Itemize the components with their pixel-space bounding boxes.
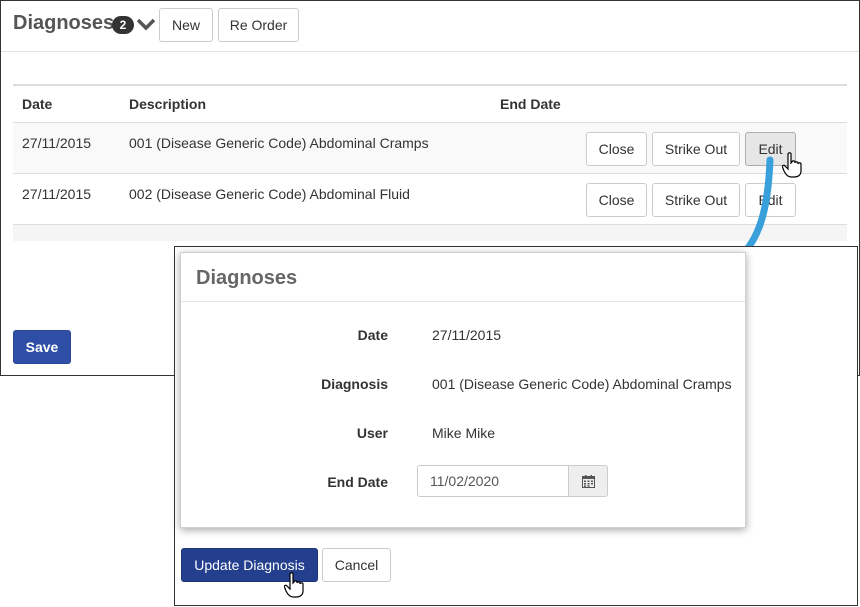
column-header-end-date: End Date: [500, 96, 561, 112]
user-label: User: [356, 425, 388, 441]
close-button[interactable]: Close: [586, 132, 647, 166]
panel-header: Diagnoses 2 New Re Order: [1, 1, 859, 52]
row-date: 27/11/2015: [22, 186, 92, 202]
save-button[interactable]: Save: [13, 330, 71, 364]
modal-title: Diagnoses: [196, 267, 298, 289]
count-badge: 2: [112, 16, 134, 34]
date-label: Date: [357, 327, 388, 343]
table-divider: [13, 84, 847, 86]
diagnosis-value: 001 (Disease Generic Code) Abdominal Cra…: [432, 376, 732, 392]
column-header-date: Date: [22, 96, 53, 112]
row-description: 002 (Disease Generic Code) Abdominal Flu…: [129, 186, 410, 202]
end-date-input[interactable]: [417, 465, 569, 497]
date-value: 27/11/2015: [432, 327, 502, 343]
panel-title: Diagnoses: [13, 12, 115, 34]
row-date: 27/11/2015: [22, 135, 92, 151]
modal-header: Diagnoses: [181, 253, 745, 302]
diagnosis-modal: Diagnoses Date 27/11/2015 Diagnosis 001 …: [180, 252, 746, 528]
reorder-button[interactable]: Re Order: [218, 8, 299, 42]
calendar-icon: [582, 475, 595, 488]
new-button[interactable]: New: [159, 8, 213, 42]
user-value: Mike Mike: [432, 425, 496, 441]
cancel-button[interactable]: Cancel: [322, 548, 391, 582]
calendar-button[interactable]: [569, 465, 608, 497]
row-description: 001 (Disease Generic Code) Abdominal Cra…: [129, 135, 429, 151]
diagnosis-label: Diagnosis: [321, 376, 388, 392]
chevron-down-icon[interactable]: [136, 17, 156, 31]
end-date-label: End Date: [327, 474, 388, 490]
hand-pointer-icon: [284, 572, 304, 598]
column-header-description: Description: [129, 96, 207, 112]
close-button[interactable]: Close: [586, 183, 647, 217]
